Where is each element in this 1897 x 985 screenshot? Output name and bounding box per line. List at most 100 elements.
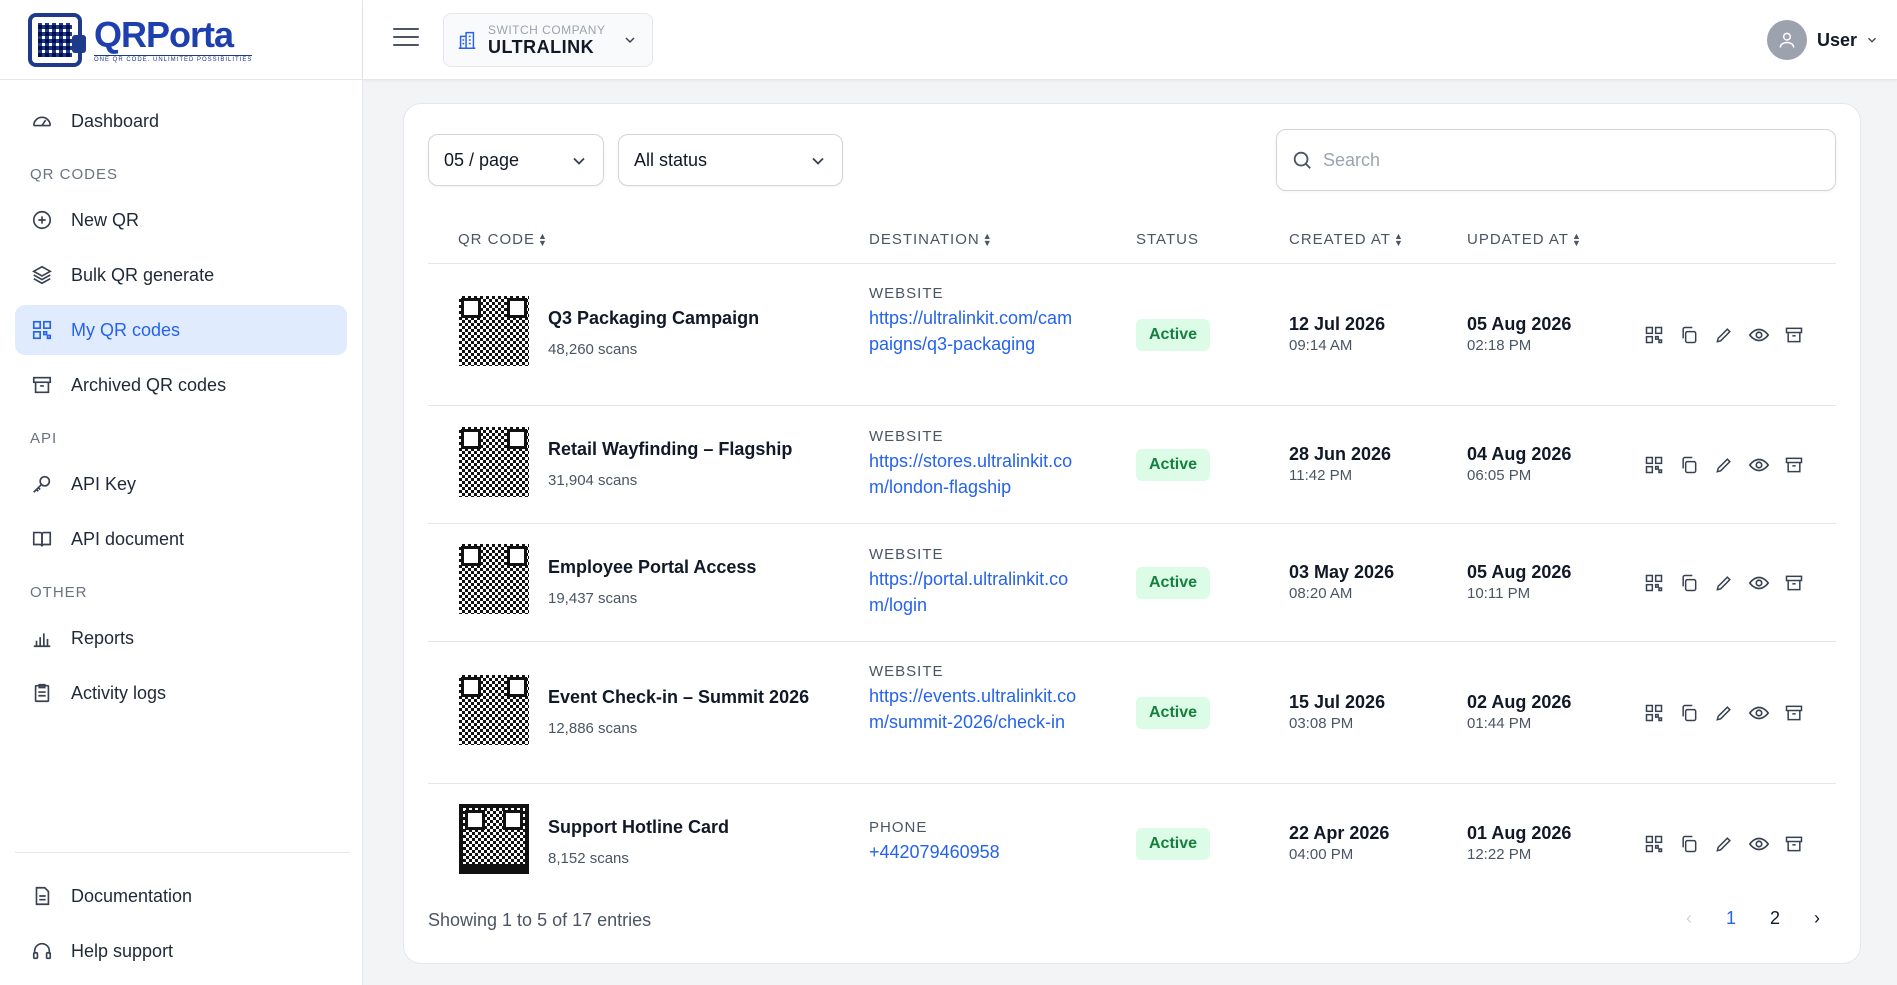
next-page-button[interactable]: › [1814,908,1820,929]
destination-link[interactable]: https://portal.ultralinkit.com/login [869,566,1081,618]
sidebar-item-label: Reports [71,627,135,648]
sidebar-item-archived[interactable]: Archived QR codes [15,360,347,410]
qr-name[interactable]: Employee Portal Access [548,557,756,578]
eye-icon[interactable] [1747,701,1771,725]
qr-code-icon[interactable] [1642,701,1666,725]
copy-icon[interactable] [1677,571,1701,595]
qr-table: QR CODE ▲ ▼ DESTINATION ▲ ▼ STATUS CREATED… [428,216,1836,902]
prev-page-button[interactable]: ‹ [1686,908,1692,929]
sidebar-item-api-key[interactable]: API Key [15,459,347,509]
updated-date: 01 Aug 2026 [1467,823,1572,843]
updated-time: 12:22 PM [1467,846,1532,863]
updated-date: 05 Aug 2026 [1467,562,1572,582]
destination-type: WEBSITE [869,428,944,445]
company-switcher[interactable]: SWITCH COMPANY ULTRALINK [443,13,653,67]
sidebar-item-new-qr[interactable]: New QR [15,195,347,245]
th-status: STATUS [1136,231,1199,248]
eye-icon[interactable] [1747,832,1771,856]
menu-toggle-icon[interactable] [393,28,419,50]
search-input[interactable] [1323,149,1803,171]
eye-icon[interactable] [1747,453,1771,477]
qr-name[interactable]: Q3 Packaging Campaign [548,308,759,329]
user-menu[interactable]: User [1766,20,1879,60]
pagination: ‹ 1 2 › [1686,908,1820,929]
qr-code-icon[interactable] [1642,832,1666,856]
eye-icon[interactable] [1747,323,1771,347]
th-qr-code[interactable]: QR CODE ▲ ▼ [458,231,548,248]
archive-icon[interactable] [1782,571,1806,595]
created-date: 03 May 2026 [1289,562,1395,582]
created-date: 12 Jul 2026 [1289,314,1386,334]
qr-thumbnail[interactable] [459,675,529,745]
edit-icon[interactable] [1712,571,1736,595]
sidebar-item-api-document[interactable]: API document [15,514,347,564]
th-destination[interactable]: DESTINATION ▲ ▼ [869,231,993,248]
qr-scans: 31,904 scans [548,472,638,489]
qr-code-icon[interactable] [1642,453,1666,477]
created-time: 11:42 PM [1289,467,1353,484]
created-date: 28 Jun 2026 [1289,444,1392,464]
page-1-button[interactable]: 1 [1726,908,1736,929]
edit-icon[interactable] [1712,832,1736,856]
sidebar-item-bulk[interactable]: Bulk QR generate [15,250,347,300]
table-header: QR CODE ▲ ▼ DESTINATION ▲ ▼ STATUS CREATED… [428,216,1836,264]
speedometer-icon [29,108,55,134]
status-badge: Active [1136,828,1210,860]
edit-icon[interactable] [1712,701,1736,725]
sidebar-bottom: Documentation Help support [15,852,350,981]
qr-thumbnail[interactable] [459,296,529,366]
sidebar-item-my-qr[interactable]: My QR codes [15,305,347,355]
archive-icon[interactable] [1782,453,1806,477]
sidebar-item-activity[interactable]: Activity logs [15,668,347,718]
th-label: QR CODE [458,231,536,248]
copy-icon[interactable] [1677,453,1701,477]
edit-icon[interactable] [1712,323,1736,347]
qr-code-icon[interactable] [1642,571,1666,595]
page-2-button[interactable]: 2 [1770,908,1780,929]
eye-icon[interactable] [1747,571,1771,595]
archive-icon[interactable] [1782,832,1806,856]
th-updated[interactable]: UPDATED AT ▲ ▼ [1467,231,1582,248]
qr-thumbnail[interactable] [459,804,529,874]
app-tagline: ONE QR CODE. UNLIMITED POSSIBILITIES [94,54,253,63]
th-created[interactable]: CREATED AT ▲ ▼ [1289,231,1404,248]
destination-link[interactable]: https://ultralinkit.com/campaigns/q3-pac… [869,305,1081,357]
created-date: 15 Jul 2026 [1289,692,1386,712]
destination-type: WEBSITE [869,285,944,302]
logo[interactable]: QRPorta ONE QR CODE. UNLIMITED POSSIBILI… [0,0,362,80]
page-size-select[interactable]: 05 / page [428,134,604,186]
th-label: CREATED AT [1289,231,1391,248]
edit-icon[interactable] [1712,453,1736,477]
nav-section-api: API [30,430,58,447]
sidebar-item-documentation[interactable]: Documentation [15,871,350,921]
archive-icon[interactable] [1782,323,1806,347]
qr-code-icon[interactable] [1642,323,1666,347]
sidebar-item-help[interactable]: Help support [15,926,350,976]
nav-section-other: OTHER [30,584,88,601]
qr-thumbnail[interactable] [459,427,529,497]
sidebar-item-label: Dashboard [71,110,160,131]
qr-name[interactable]: Support Hotline Card [548,817,729,838]
copy-icon[interactable] [1677,323,1701,347]
qr-thumbnail[interactable] [459,544,529,614]
document-icon [29,883,55,909]
qr-name[interactable]: Event Check-in – Summit 2026 [548,687,809,708]
page-size-value: 05 / page [444,149,520,170]
destination-link[interactable]: +442079460958 [869,839,1081,865]
status-badge: Active [1136,319,1210,351]
archive-icon[interactable] [1782,701,1806,725]
status-badge: Active [1136,449,1210,481]
copy-icon[interactable] [1677,832,1701,856]
destination-link[interactable]: https://stores.ultralinkit.com/london-fl… [869,448,1081,500]
table-row: Employee Portal Access 19,437 scans WEBS… [428,524,1836,642]
search-box [1276,129,1836,191]
destination-link[interactable]: https://events.ultralinkit.com/summit-20… [869,683,1081,735]
qr-name[interactable]: Retail Wayfinding – Flagship [548,439,792,460]
th-label: DESTINATION [869,231,980,248]
status-filter-select[interactable]: All status [618,134,843,186]
sidebar-item-dashboard[interactable]: Dashboard [15,96,347,146]
sidebar-item-reports[interactable]: Reports [15,613,347,663]
pagination-info: Showing 1 to 5 of 17 entries [428,910,652,930]
plus-circle-icon [29,207,55,233]
copy-icon[interactable] [1677,701,1701,725]
